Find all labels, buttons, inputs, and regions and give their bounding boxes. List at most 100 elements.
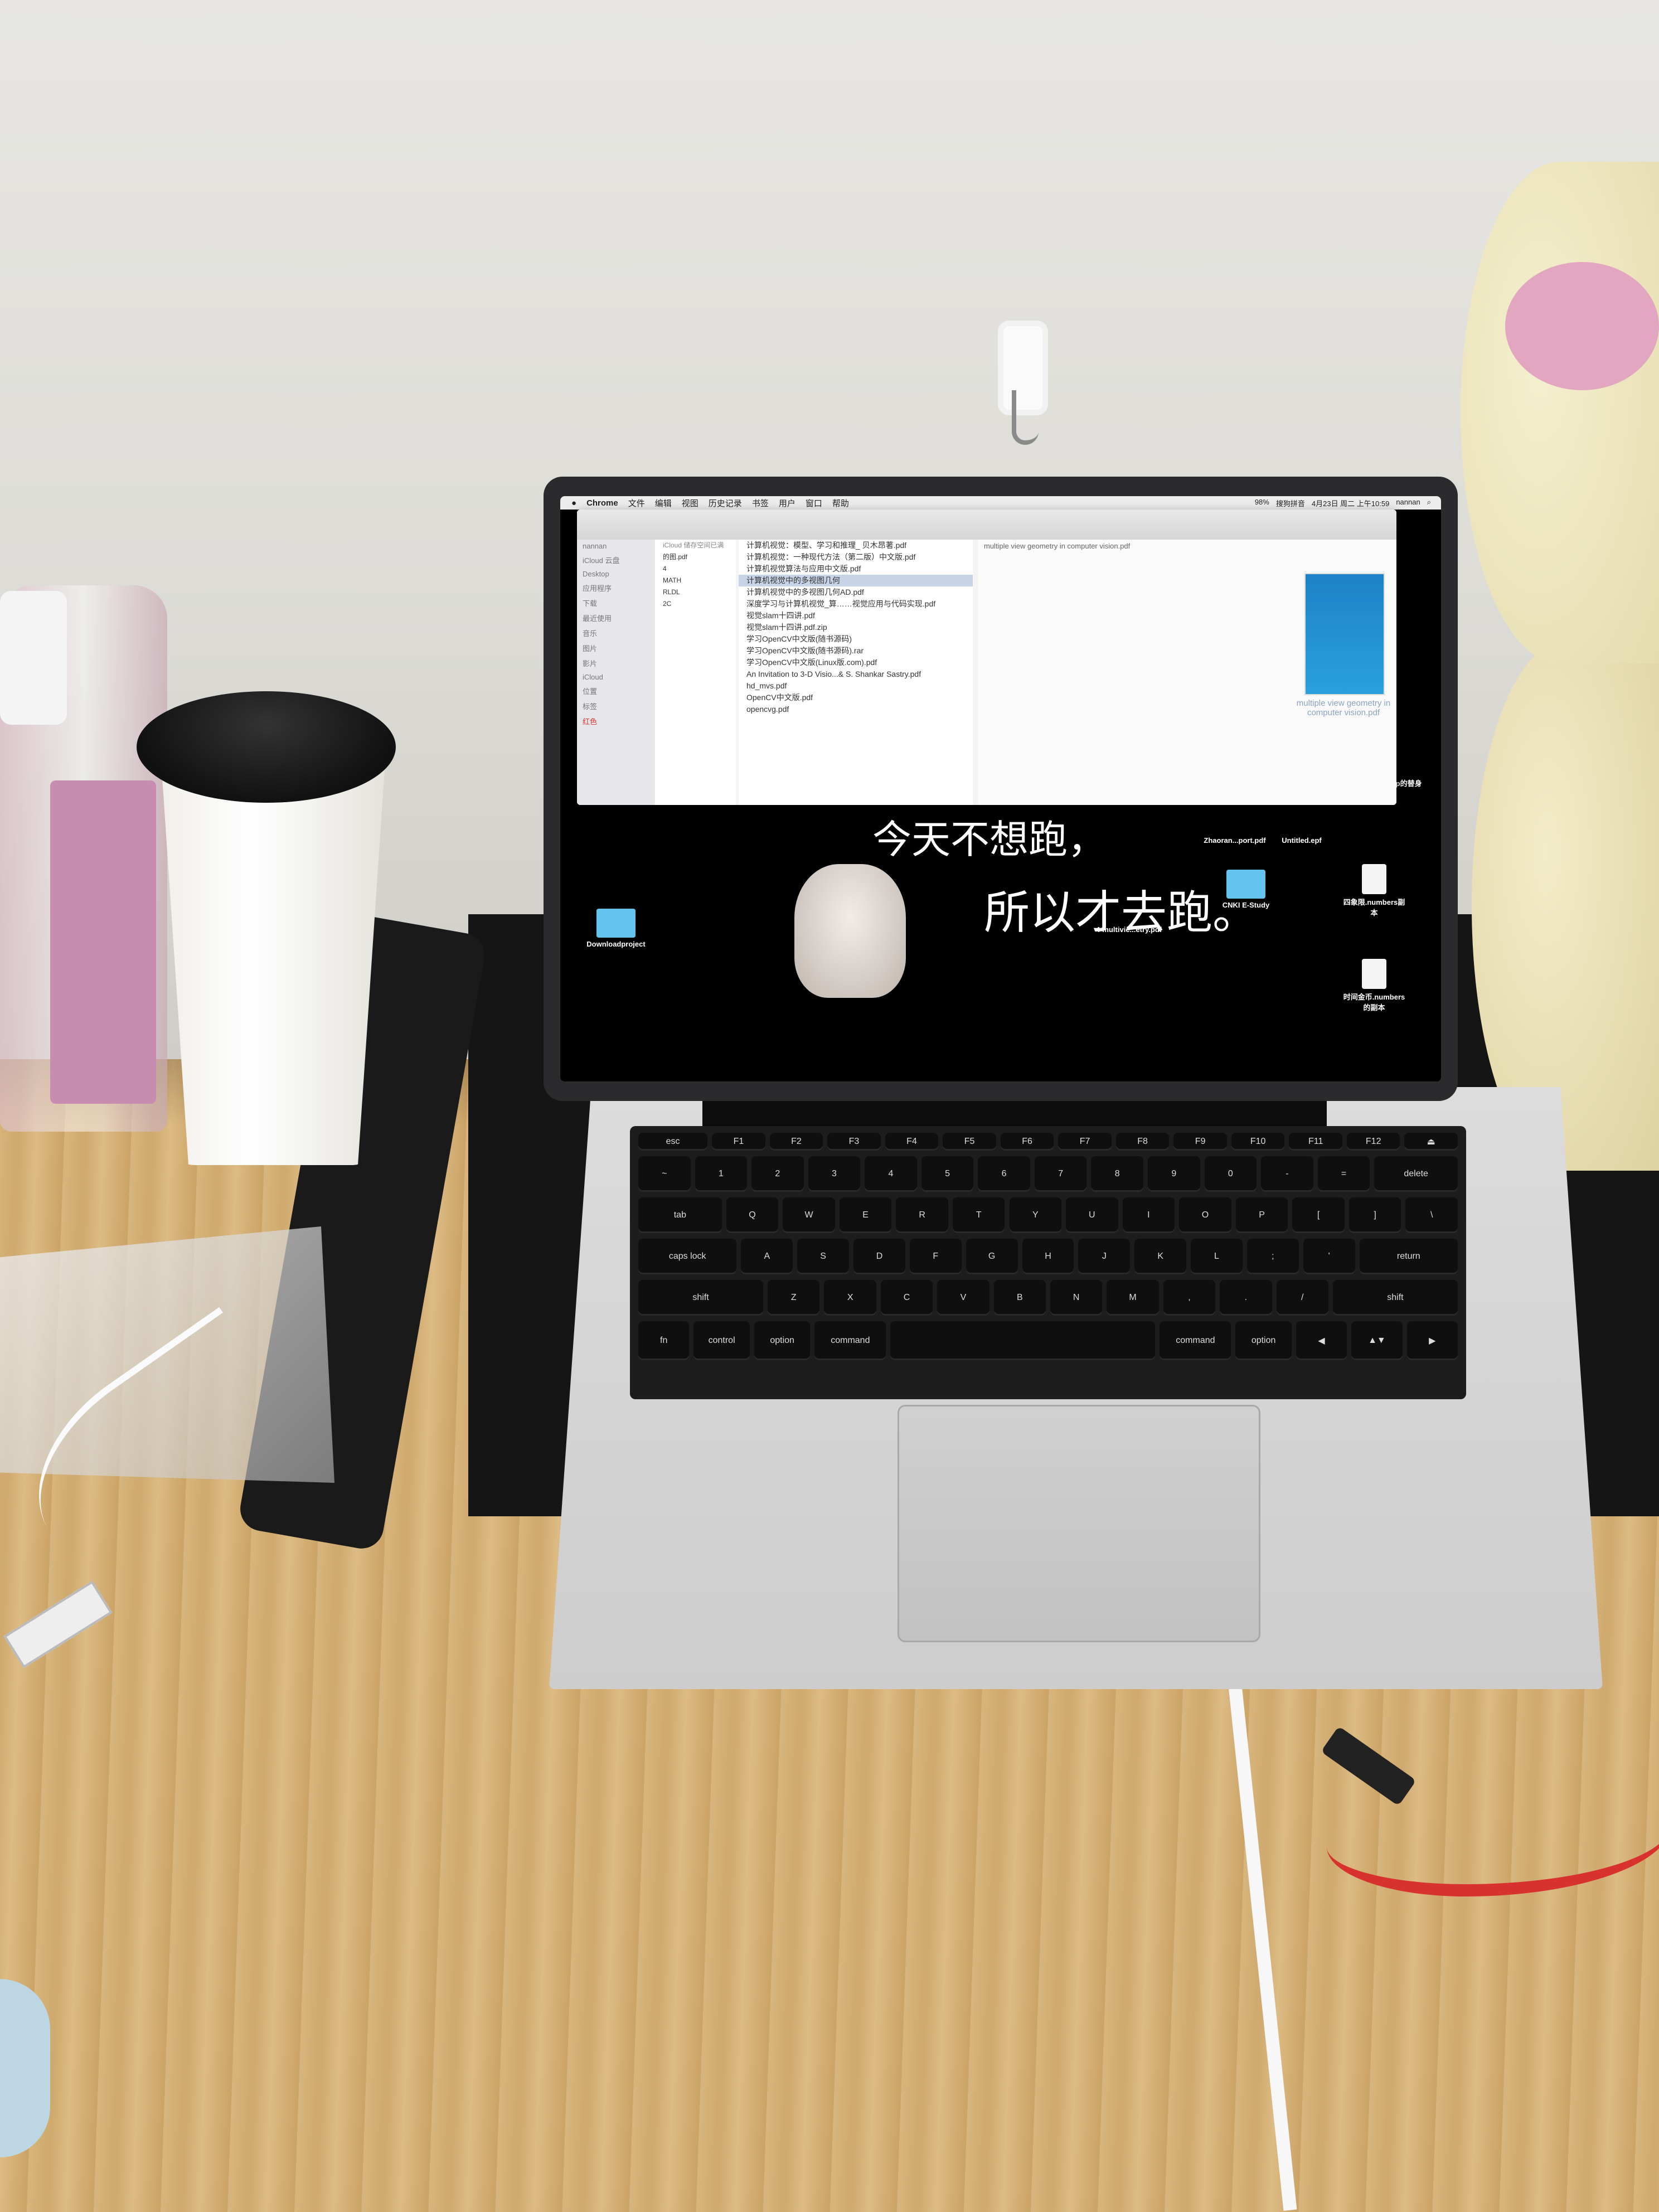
key[interactable]: command <box>814 1321 886 1360</box>
key[interactable]: shift <box>1332 1280 1458 1316</box>
file-row-selected[interactable]: 计算机视觉中的多视图几何 <box>739 575 973 586</box>
key[interactable]: H <box>1022 1239 1074 1274</box>
key[interactable]: S <box>797 1239 850 1274</box>
key[interactable]: delete <box>1374 1156 1458 1192</box>
desktop-icon-numbers-1[interactable]: 四象限.numbers副本 <box>1341 864 1408 918</box>
sidebar-item[interactable]: Desktop <box>577 567 655 580</box>
key[interactable]: = <box>1317 1156 1370 1192</box>
key[interactable]: F12 <box>1346 1133 1400 1151</box>
file-row[interactable]: 计算机视觉：模型、学习和推理_ 贝木昂著.pdf <box>739 540 973 551</box>
key[interactable]: option <box>754 1321 811 1360</box>
desktop-icon-downloadproject[interactable]: Downloadproject <box>583 909 649 948</box>
trackpad[interactable] <box>898 1405 1260 1642</box>
file-row[interactable]: 学习OpenCV中文版(Linux版.com).pdf <box>739 657 973 668</box>
key[interactable]: F <box>909 1239 962 1274</box>
list-item[interactable]: 4 <box>655 563 736 575</box>
menu-item[interactable]: 历史记录 <box>709 497 742 509</box>
key[interactable]: shift <box>638 1280 764 1316</box>
key[interactable]: / <box>1276 1280 1328 1316</box>
list-item[interactable]: RLDL <box>655 586 736 598</box>
key[interactable]: caps lock <box>638 1239 737 1274</box>
file-row[interactable]: 计算机视觉：一种现代方法（第二版）中文版.pdf <box>739 551 973 563</box>
key[interactable]: 8 <box>1091 1156 1144 1192</box>
key[interactable]: B <box>993 1280 1046 1316</box>
key[interactable] <box>890 1321 1156 1360</box>
key[interactable]: esc <box>638 1133 708 1151</box>
clock[interactable]: 4月23日 周二 上午10:59 <box>1312 498 1389 508</box>
keyboard[interactable]: esc F1 F2 F3 F4 F5 F6 F7 F8 F9 F10 F11 F12 ⏏ ~1 2 3 4 5 6 7 8… <box>630 1126 1466 1399</box>
battery-percent[interactable]: 98% <box>1255 498 1269 508</box>
list-item[interactable]: 的图.pdf <box>655 551 736 563</box>
key[interactable]: , <box>1163 1280 1216 1316</box>
key[interactable]: D <box>853 1239 905 1274</box>
key[interactable]: F4 <box>885 1133 939 1151</box>
key[interactable]: C <box>880 1280 933 1316</box>
key[interactable]: ⏏ <box>1404 1133 1458 1151</box>
key[interactable]: Y <box>1009 1197 1062 1233</box>
sidebar-item[interactable]: 红色 <box>577 714 655 729</box>
key[interactable]: F7 <box>1058 1133 1112 1151</box>
key[interactable]: P <box>1235 1197 1288 1233</box>
desktop-icon-cnki[interactable]: CNKI E-Study <box>1212 870 1279 909</box>
sidebar-item[interactable]: 应用程序 <box>577 580 655 595</box>
key[interactable]: E <box>839 1197 892 1233</box>
menu-app-chrome[interactable]: Chrome <box>586 498 618 508</box>
key[interactable]: command <box>1160 1321 1231 1360</box>
key[interactable]: M <box>1107 1280 1159 1316</box>
key[interactable]: ◀ <box>1296 1321 1347 1360</box>
key[interactable]: J <box>1078 1239 1131 1274</box>
key[interactable]: V <box>937 1280 989 1316</box>
menu-item[interactable]: 帮助 <box>832 497 849 509</box>
key[interactable]: tab <box>638 1197 722 1233</box>
file-row[interactable]: 计算机视觉算法与应用中文版.pdf <box>739 563 973 575</box>
file-row[interactable]: 计算机视觉中的多视图几何AD.pdf <box>739 586 973 598</box>
key[interactable]: F6 <box>1000 1133 1054 1151</box>
input-method[interactable]: 搜狗拼音 <box>1276 498 1305 508</box>
menu-item[interactable]: 文件 <box>628 497 645 509</box>
key[interactable]: 1 <box>695 1156 748 1192</box>
key[interactable]: I <box>1122 1197 1175 1233</box>
key[interactable]: F5 <box>943 1133 996 1151</box>
key[interactable]: Q <box>726 1197 779 1233</box>
key[interactable]: F8 <box>1115 1133 1170 1151</box>
key[interactable]: Z <box>768 1280 820 1316</box>
key[interactable]: F2 <box>769 1133 823 1151</box>
key[interactable]: U <box>1066 1197 1118 1233</box>
user-name[interactable]: nannan <box>1396 498 1420 508</box>
key[interactable]: G <box>966 1239 1018 1274</box>
key[interactable]: F9 <box>1173 1133 1227 1151</box>
sidebar-item[interactable]: iCloud 云盘 <box>577 552 655 567</box>
key[interactable]: L <box>1191 1239 1243 1274</box>
file-row[interactable]: OpenCV中文版.pdf <box>739 692 973 704</box>
file-row[interactable]: 深度学习与计算机视觉_算……视觉应用与代码实现.pdf <box>739 598 973 610</box>
key[interactable]: 6 <box>978 1156 1030 1192</box>
key[interactable]: X <box>824 1280 876 1316</box>
key[interactable]: ; <box>1246 1239 1299 1274</box>
sidebar-item[interactable]: 图片 <box>577 641 655 656</box>
list-item[interactable]: MATH <box>655 575 736 586</box>
key[interactable]: 3 <box>808 1156 861 1192</box>
key[interactable]: return <box>1359 1239 1458 1274</box>
key[interactable]: N <box>1050 1280 1103 1316</box>
key[interactable]: ' <box>1303 1239 1355 1274</box>
file-row[interactable]: hd_mvs.pdf <box>739 680 973 692</box>
pdf-thumbnail[interactable] <box>1304 573 1385 695</box>
sidebar-item[interactable]: 影片 <box>577 656 655 671</box>
key[interactable]: F11 <box>1289 1133 1342 1151</box>
key[interactable]: ▶ <box>1406 1321 1458 1360</box>
key[interactable]: . <box>1220 1280 1272 1316</box>
list-item[interactable]: 2C <box>655 598 736 610</box>
key[interactable]: ~ <box>638 1156 691 1192</box>
desktop-icon-numbers-2[interactable]: 时间金币.numbers的副本 <box>1341 959 1408 1012</box>
sidebar-item[interactable]: 最近使用 <box>577 610 655 625</box>
key[interactable]: O <box>1179 1197 1231 1233</box>
key[interactable]: R <box>896 1197 948 1233</box>
key[interactable]: 7 <box>1034 1156 1087 1192</box>
key[interactable]: option <box>1235 1321 1292 1360</box>
file-row[interactable]: 视觉slam十四讲.pdf <box>739 610 973 622</box>
sidebar-item[interactable]: 标签 <box>577 698 655 714</box>
file-row[interactable]: 学习OpenCV中文版(随书源码).rar <box>739 645 973 657</box>
file-row[interactable]: 视觉slam十四讲.pdf.zip <box>739 622 973 633</box>
key[interactable]: F1 <box>712 1133 765 1151</box>
sidebar-item[interactable]: 下载 <box>577 595 655 610</box>
